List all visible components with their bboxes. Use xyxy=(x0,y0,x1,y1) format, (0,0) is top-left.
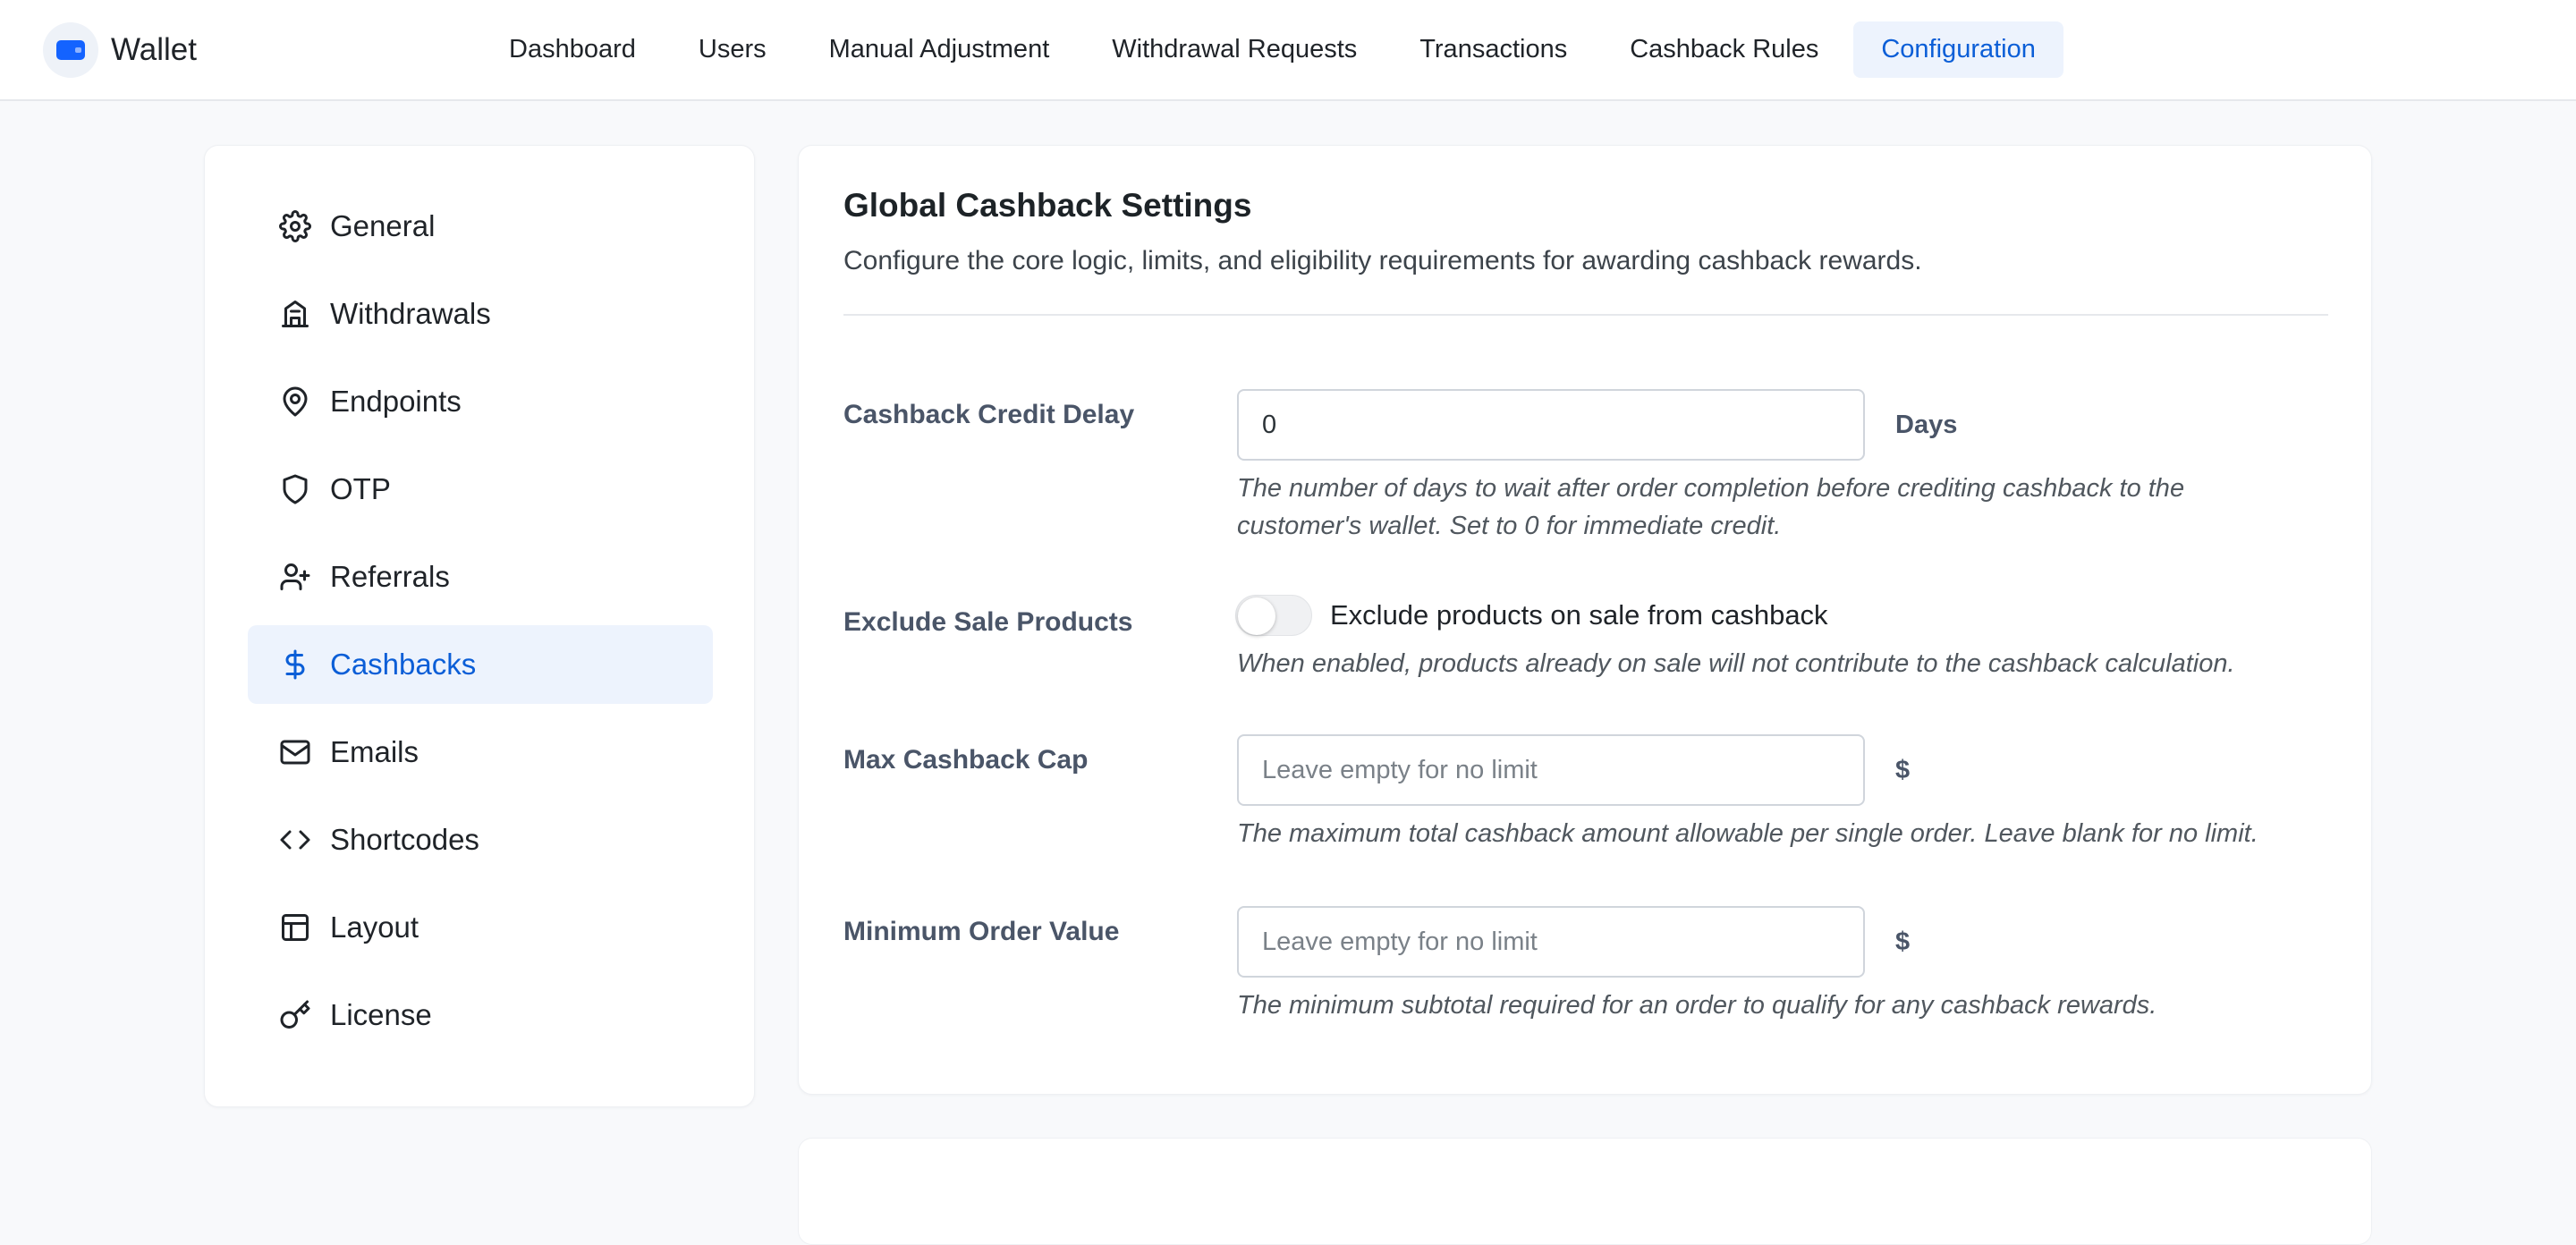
sidebar-item-label: Withdrawals xyxy=(330,297,491,330)
nav-withdrawal-requests[interactable]: Withdrawal Requests xyxy=(1084,21,1385,78)
dollar-icon xyxy=(278,648,312,682)
section-title: Global Cashback Settings xyxy=(843,187,1252,224)
code-icon xyxy=(278,823,312,857)
exclude-sale-toggle[interactable] xyxy=(1235,595,1312,636)
sidebar-item-endpoints[interactable]: Endpoints xyxy=(248,362,713,441)
sidebar-item-label: Shortcodes xyxy=(330,823,479,856)
sidebar-item-withdrawals[interactable]: Withdrawals xyxy=(248,275,713,353)
sidebar-item-label: Referrals xyxy=(330,560,450,593)
user-plus-icon xyxy=(278,560,312,594)
main-nav: Dashboard Users Manual Adjustment Withdr… xyxy=(481,21,2071,78)
max-cap-help: The maximum total cashback amount allowa… xyxy=(1237,819,2258,848)
nav-dashboard[interactable]: Dashboard xyxy=(481,21,664,78)
nav-transactions[interactable]: Transactions xyxy=(1392,21,1595,78)
nav-cashback-rules[interactable]: Cashback Rules xyxy=(1602,21,1846,78)
settings-sidebar: General Withdrawals Endpoints OTP Referr… xyxy=(204,145,755,1107)
min-order-currency: $ xyxy=(1895,927,1911,956)
nav-configuration[interactable]: Configuration xyxy=(1853,21,2063,78)
sidebar-item-shortcodes[interactable]: Shortcodes xyxy=(248,800,713,879)
sidebar-item-label: License xyxy=(330,998,432,1031)
sidebar-item-otp[interactable]: OTP xyxy=(248,450,713,529)
divider xyxy=(843,314,2328,316)
sidebar-item-referrals[interactable]: Referrals xyxy=(248,538,713,616)
shield-icon xyxy=(278,472,312,506)
toggle-knob xyxy=(1238,597,1275,635)
top-navigation-bar: Wallet Dashboard Users Manual Adjustment… xyxy=(0,0,2576,101)
sidebar-item-label: Emails xyxy=(330,735,419,768)
credit-delay-label: Cashback Credit Delay xyxy=(843,400,1135,429)
min-order-help: The minimum subtotal required for an ord… xyxy=(1237,991,2157,1020)
max-cap-input[interactable] xyxy=(1237,734,1865,806)
min-order-label: Minimum Order Value xyxy=(843,917,1120,946)
sidebar-item-label: Cashbacks xyxy=(330,648,477,681)
mail-icon xyxy=(278,735,312,769)
section-description: Configure the core logic, limits, and el… xyxy=(843,246,1922,275)
key-icon xyxy=(278,998,312,1032)
sidebar-item-label: General xyxy=(330,209,436,242)
layout-icon xyxy=(278,910,312,944)
sidebar-item-label: OTP xyxy=(330,472,391,505)
app-name: Wallet xyxy=(111,32,197,67)
max-cap-currency: $ xyxy=(1895,756,1911,784)
next-settings-card xyxy=(798,1138,2372,1245)
sidebar-item-license[interactable]: License xyxy=(248,976,713,1054)
gear-icon xyxy=(278,209,312,243)
map-pin-icon xyxy=(278,385,312,419)
bank-icon xyxy=(278,297,312,331)
wallet-logo-icon xyxy=(43,22,98,78)
min-order-input[interactable] xyxy=(1237,906,1865,978)
exclude-sale-help: When enabled, products already on sale w… xyxy=(1237,649,2235,678)
nav-users[interactable]: Users xyxy=(671,21,794,78)
cashback-settings-card: Global Cashback Settings Configure the c… xyxy=(798,145,2372,1095)
sidebar-item-label: Layout xyxy=(330,910,419,944)
credit-delay-help: The number of days to wait after order c… xyxy=(1237,474,2185,540)
sidebar-item-emails[interactable]: Emails xyxy=(248,713,713,792)
exclude-sale-label: Exclude Sale Products xyxy=(843,607,1133,637)
sidebar-item-general[interactable]: General xyxy=(248,187,713,266)
sidebar-item-cashbacks[interactable]: Cashbacks xyxy=(248,625,713,704)
credit-delay-input[interactable] xyxy=(1237,389,1865,461)
credit-delay-unit: Days xyxy=(1895,411,1958,439)
sidebar-item-label: Endpoints xyxy=(330,385,462,418)
exclude-sale-toggle-label: Exclude products on sale from cashback xyxy=(1330,599,1828,631)
sidebar-item-layout[interactable]: Layout xyxy=(248,888,713,967)
brand[interactable]: Wallet xyxy=(43,20,197,80)
nav-manual-adjustment[interactable]: Manual Adjustment xyxy=(801,21,1078,78)
max-cap-label: Max Cashback Cap xyxy=(843,745,1089,775)
